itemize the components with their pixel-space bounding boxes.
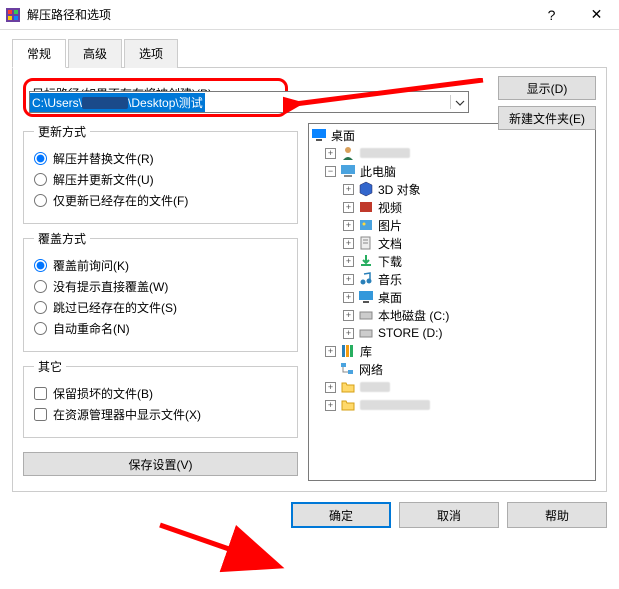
path-selected-text: C:\Users\\Desktop\测试 <box>30 93 205 112</box>
collapse-icon[interactable]: − <box>325 166 336 177</box>
document-icon <box>358 235 374 251</box>
tab-body: 显示(D) 新建文件夹(E) 目标路径(如果不存在将被创建)(P) C:\Use… <box>12 68 607 492</box>
tab-strip: 常规 高级 选项 <box>12 38 607 68</box>
radio-update[interactable] <box>34 173 47 186</box>
window-title: 解压路径和选项 <box>27 6 529 23</box>
opt-show-explorer[interactable]: 在资源管理器中显示文件(X) <box>34 406 287 423</box>
ok-button[interactable]: 确定 <box>291 502 391 528</box>
new-folder-button[interactable]: 新建文件夹(E) <box>498 106 596 130</box>
update-mode-group: 更新方式 解压并替换文件(R) 解压并更新文件(U) 仅更新已经存在的文件(F) <box>23 123 298 224</box>
pc-icon <box>340 163 356 179</box>
overwrite-mode-legend: 覆盖方式 <box>34 230 90 247</box>
tree-user[interactable]: + <box>311 144 593 162</box>
help-button[interactable]: 帮助 <box>507 502 607 528</box>
tree-documents[interactable]: + 文档 <box>311 234 593 252</box>
tree-libraries[interactable]: + 库 <box>311 342 593 360</box>
tab-general[interactable]: 常规 <box>12 39 66 68</box>
radio-existing[interactable] <box>34 194 47 207</box>
check-keep-broken[interactable] <box>34 387 47 400</box>
radio-ask[interactable] <box>34 259 47 272</box>
network-icon <box>339 361 355 377</box>
destination-path-input[interactable]: C:\Users\\Desktop\测试 <box>29 91 469 113</box>
folder-tree[interactable]: 桌面 + − 此电脑 + 3D 对象 + <box>308 123 596 481</box>
folder-icon <box>340 397 356 413</box>
tree-pictures[interactable]: + 图片 <box>311 216 593 234</box>
redacted-user <box>360 148 410 158</box>
overwrite-mode-group: 覆盖方式 覆盖前询问(K) 没有提示直接覆盖(W) 跳过已经存在的文件(S) 自… <box>23 230 298 352</box>
monitor-icon <box>311 127 327 143</box>
dialog-footer: 确定 取消 帮助 <box>12 502 607 528</box>
misc-group: 其它 保留损坏的文件(B) 在资源管理器中显示文件(X) <box>23 358 298 438</box>
radio-rename[interactable] <box>34 322 47 335</box>
tree-videos[interactable]: + 视频 <box>311 198 593 216</box>
opt-rename[interactable]: 自动重命名(N) <box>34 320 287 337</box>
redacted-folder <box>360 382 390 392</box>
tree-3d-objects[interactable]: + 3D 对象 <box>311 180 593 198</box>
radio-noprompt[interactable] <box>34 280 47 293</box>
display-button[interactable]: 显示(D) <box>498 76 596 100</box>
opt-skip[interactable]: 跳过已经存在的文件(S) <box>34 299 287 316</box>
tab-advanced[interactable]: 高级 <box>68 39 122 68</box>
misc-legend: 其它 <box>34 358 66 375</box>
radio-replace[interactable] <box>34 152 47 165</box>
annotation-arrow-2 <box>155 520 295 575</box>
download-icon <box>358 253 374 269</box>
redacted-username <box>82 97 128 109</box>
check-show-explorer[interactable] <box>34 408 47 421</box>
radio-skip[interactable] <box>34 301 47 314</box>
save-settings-button[interactable]: 保存设置(V) <box>23 452 298 476</box>
library-icon <box>340 343 356 359</box>
tree-disk-d[interactable]: + STORE (D:) <box>311 324 593 342</box>
update-mode-legend: 更新方式 <box>34 123 90 140</box>
cancel-button[interactable]: 取消 <box>399 502 499 528</box>
tree-folder-2[interactable]: + <box>311 396 593 414</box>
path-dropdown-icon[interactable] <box>450 95 468 109</box>
app-icon <box>5 7 21 23</box>
tree-downloads[interactable]: + 下载 <box>311 252 593 270</box>
folder-icon <box>340 379 356 395</box>
opt-ask[interactable]: 覆盖前询问(K) <box>34 257 287 274</box>
desktop-icon <box>358 289 374 305</box>
help-titlebar-button[interactable]: ? <box>529 0 574 30</box>
titlebar: 解压路径和选项 ? ✕ <box>0 0 619 30</box>
opt-noprompt[interactable]: 没有提示直接覆盖(W) <box>34 278 287 295</box>
music-icon <box>358 271 374 287</box>
opt-keep-broken[interactable]: 保留损坏的文件(B) <box>34 385 287 402</box>
opt-replace[interactable]: 解压并替换文件(R) <box>34 150 287 167</box>
user-icon <box>340 145 356 161</box>
picture-icon <box>358 217 374 233</box>
tree-desktop2[interactable]: + 桌面 <box>311 288 593 306</box>
expand-icon[interactable]: + <box>325 148 336 159</box>
tree-music[interactable]: + 音乐 <box>311 270 593 288</box>
redacted-folder <box>360 400 430 410</box>
cube-icon <box>358 181 374 197</box>
close-button[interactable]: ✕ <box>574 0 619 30</box>
tree-disk-c[interactable]: + 本地磁盘 (C:) <box>311 306 593 324</box>
opt-update[interactable]: 解压并更新文件(U) <box>34 171 287 188</box>
disk-icon <box>358 307 374 323</box>
tree-network[interactable]: 网络 <box>311 360 593 378</box>
video-icon <box>358 199 374 215</box>
tree-folder-1[interactable]: + <box>311 378 593 396</box>
tree-this-pc[interactable]: − 此电脑 <box>311 162 593 180</box>
disk-icon <box>358 325 374 341</box>
tab-options[interactable]: 选项 <box>124 39 178 68</box>
opt-existing[interactable]: 仅更新已经存在的文件(F) <box>34 192 287 209</box>
